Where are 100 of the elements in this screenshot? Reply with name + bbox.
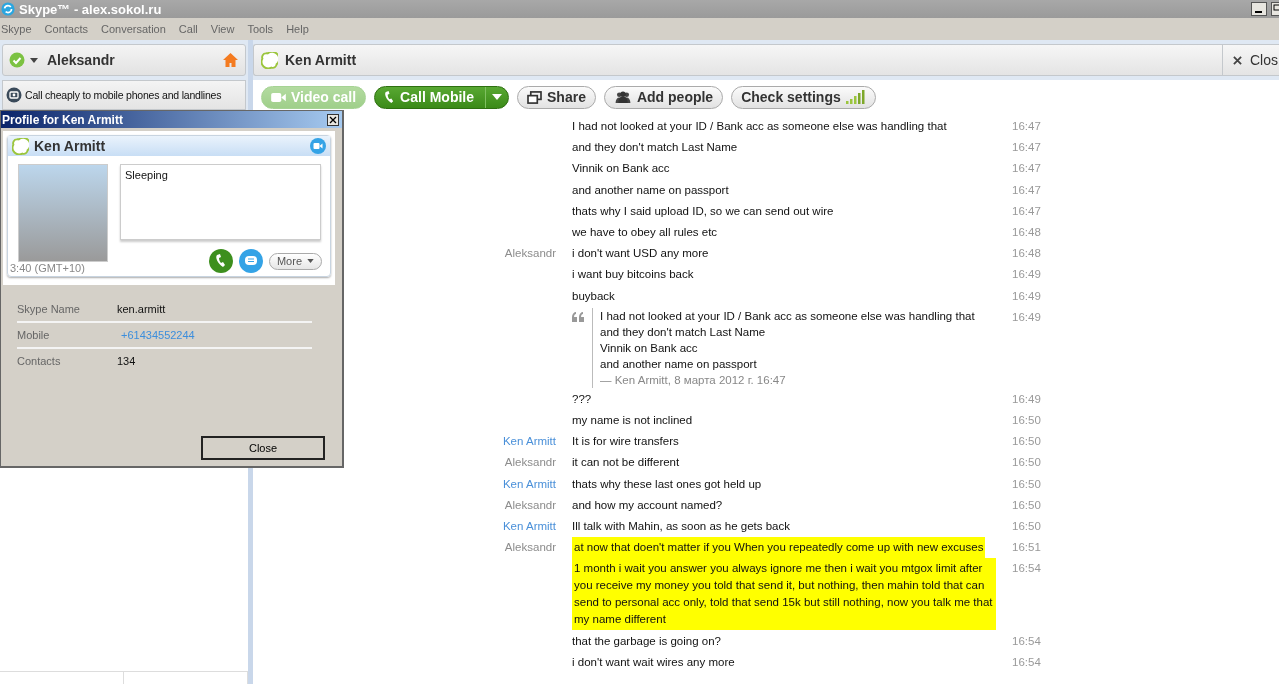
message-text: and how my account named? xyxy=(572,497,723,513)
share-button[interactable]: Share xyxy=(517,85,596,109)
message-text: Vinnik on Bank acc xyxy=(572,161,670,177)
check-settings-button[interactable]: Check settings xyxy=(731,85,876,109)
window-title: Skype™ - alex.sokol.ru xyxy=(19,1,162,17)
caret-icon[interactable] xyxy=(30,57,38,63)
field-label: Mobile xyxy=(17,329,51,341)
call-mobile-button[interactable]: Call Mobile xyxy=(374,85,509,109)
conversation-title: Ken Armitt xyxy=(285,52,357,68)
message-time: 16:50 xyxy=(1012,434,1042,450)
message-text: buyback xyxy=(572,288,615,304)
message-text: I had not looked at your ID / Bank acc as someone else was handling that xyxy=(572,119,947,134)
people-icon xyxy=(613,90,632,104)
message-text: i don't want USD any more xyxy=(572,246,709,262)
message-time: 16:50 xyxy=(1012,455,1042,471)
message-time: 16:50 xyxy=(1012,497,1042,513)
caret-icon xyxy=(307,259,314,263)
message-time: 16:54 xyxy=(1012,654,1042,670)
field-value: 134 xyxy=(117,355,136,367)
call-phone-icon[interactable] xyxy=(208,249,233,273)
status-online-icon[interactable] xyxy=(9,52,25,68)
sender-name: Ken Armitt xyxy=(502,477,556,490)
quoted-text-line: I had not looked at your ID / Bank acc as someone else was handling that xyxy=(600,308,975,324)
quoted-text-line: and they don't match Last Name xyxy=(600,324,767,340)
promo-banner[interactable]: Call cheaply to mobile phones and landlines xyxy=(2,80,246,110)
message-text: my name is not inclined xyxy=(572,413,693,429)
video-camera-icon[interactable] xyxy=(310,138,326,154)
dialog-title: Profile for Ken Armitt xyxy=(2,112,123,127)
contact-name: Ken Armitt xyxy=(34,138,106,154)
message-time: 16:49 xyxy=(1012,309,1042,325)
close-button[interactable]: Close xyxy=(201,436,325,460)
quote-attribution: — Ken Armitt, 8 марта 2012 г. 16:47 xyxy=(600,372,787,388)
message-time: 16:48 xyxy=(1012,246,1042,262)
close-icon[interactable] xyxy=(327,113,339,126)
message-text: we have to obey all rules etc xyxy=(572,225,718,240)
message-time: 16:50 xyxy=(1012,476,1042,492)
message-time: 16:47 xyxy=(1012,182,1042,198)
mood-message-field[interactable]: Sleeping xyxy=(120,164,321,240)
phone-link[interactable]: +61434552244 xyxy=(121,329,195,341)
quoted-text-line: Vinnik on Bank acc xyxy=(600,340,699,356)
home-icon[interactable] xyxy=(222,52,239,68)
message-time: 16:48 xyxy=(1012,225,1042,240)
message-time: 16:47 xyxy=(1012,119,1042,134)
skype-outline-icon xyxy=(261,51,278,69)
message-text: i don't want wait wires any more xyxy=(572,654,735,670)
menu-item[interactable]: Help xyxy=(286,23,309,35)
message-text: ??? xyxy=(572,391,592,407)
close-icon xyxy=(1233,55,1242,65)
message-time: 16:51 xyxy=(1012,540,1042,556)
message-time: 16:49 xyxy=(1012,267,1042,283)
message-time: 16:47 xyxy=(1012,161,1042,177)
skype-outline-icon xyxy=(12,137,29,155)
message-text: it can not be different xyxy=(572,455,680,471)
menu-item[interactable]: Call xyxy=(178,23,198,35)
message-time: 16:49 xyxy=(1012,391,1042,407)
phone-handset-icon xyxy=(384,90,396,104)
more-button[interactable]: More xyxy=(268,252,322,270)
message-text: and they don't match Last Name xyxy=(572,140,738,156)
close-conversation-button[interactable]: Clos xyxy=(1222,45,1279,75)
sender-name: Aleksandr xyxy=(504,498,556,511)
message-time: 16:49 xyxy=(1012,288,1042,304)
message-time: 16:50 xyxy=(1012,519,1042,535)
message-time: 16:47 xyxy=(1012,140,1042,156)
sender-name: Aleksandr xyxy=(504,247,556,260)
message-text: Ill talk with Mahin, as soon as he gets back xyxy=(572,519,790,535)
field-label: Skype Name xyxy=(17,303,81,315)
menu-item[interactable]: View xyxy=(210,23,235,35)
field-label: Contacts xyxy=(17,355,62,367)
menu-item[interactable]: Conversation xyxy=(101,23,166,35)
message-text: thats why these last ones got held up xyxy=(572,476,762,492)
message-text: at now that doen't matter if you When you repeatedly come up with new excuses xyxy=(572,537,986,559)
message-text: and another name on passport xyxy=(572,182,729,198)
message-time: 16:54 xyxy=(1012,633,1042,649)
message-time: 16:50 xyxy=(1012,413,1042,429)
sender-name: Ken Armitt xyxy=(502,520,556,533)
sender-name: Aleksandr xyxy=(504,456,556,469)
menu-item[interactable]: Skype xyxy=(1,23,32,35)
sender-name: Ken Armitt xyxy=(502,435,556,448)
field-value: ken.armitt xyxy=(117,303,166,315)
add-people-button[interactable]: Add people xyxy=(603,85,724,109)
message-text: that the garbage is going on? xyxy=(572,633,721,649)
message-time: 16:54 xyxy=(1012,561,1042,577)
chat-bubble-icon[interactable] xyxy=(238,249,263,273)
restore-icon[interactable] xyxy=(1271,2,1279,16)
phone-icon xyxy=(6,87,22,103)
quote-mark-icon xyxy=(572,311,584,322)
caret-icon[interactable] xyxy=(492,94,502,100)
minimize-icon[interactable] xyxy=(1251,2,1267,16)
promo-text: Call cheaply to mobile phones and landlines xyxy=(25,89,222,101)
menu-item[interactable]: Tools xyxy=(247,23,274,35)
account-header[interactable]: Aleksandr xyxy=(2,44,246,76)
quoted-text-line: and another name on passport xyxy=(600,356,758,372)
sender-name: Aleksandr xyxy=(504,541,556,554)
local-time: 3:40 (GMT+10) xyxy=(10,262,85,274)
share-windows-icon xyxy=(527,90,542,104)
account-name: Aleksandr xyxy=(47,52,115,68)
menu-item[interactable]: Contacts xyxy=(44,23,88,35)
message-text: thats why I said upload ID, so we can send out wire xyxy=(572,203,834,219)
message-text: i want buy bitcoins back xyxy=(572,267,694,283)
message-text: It is for wire transfers xyxy=(572,434,679,450)
